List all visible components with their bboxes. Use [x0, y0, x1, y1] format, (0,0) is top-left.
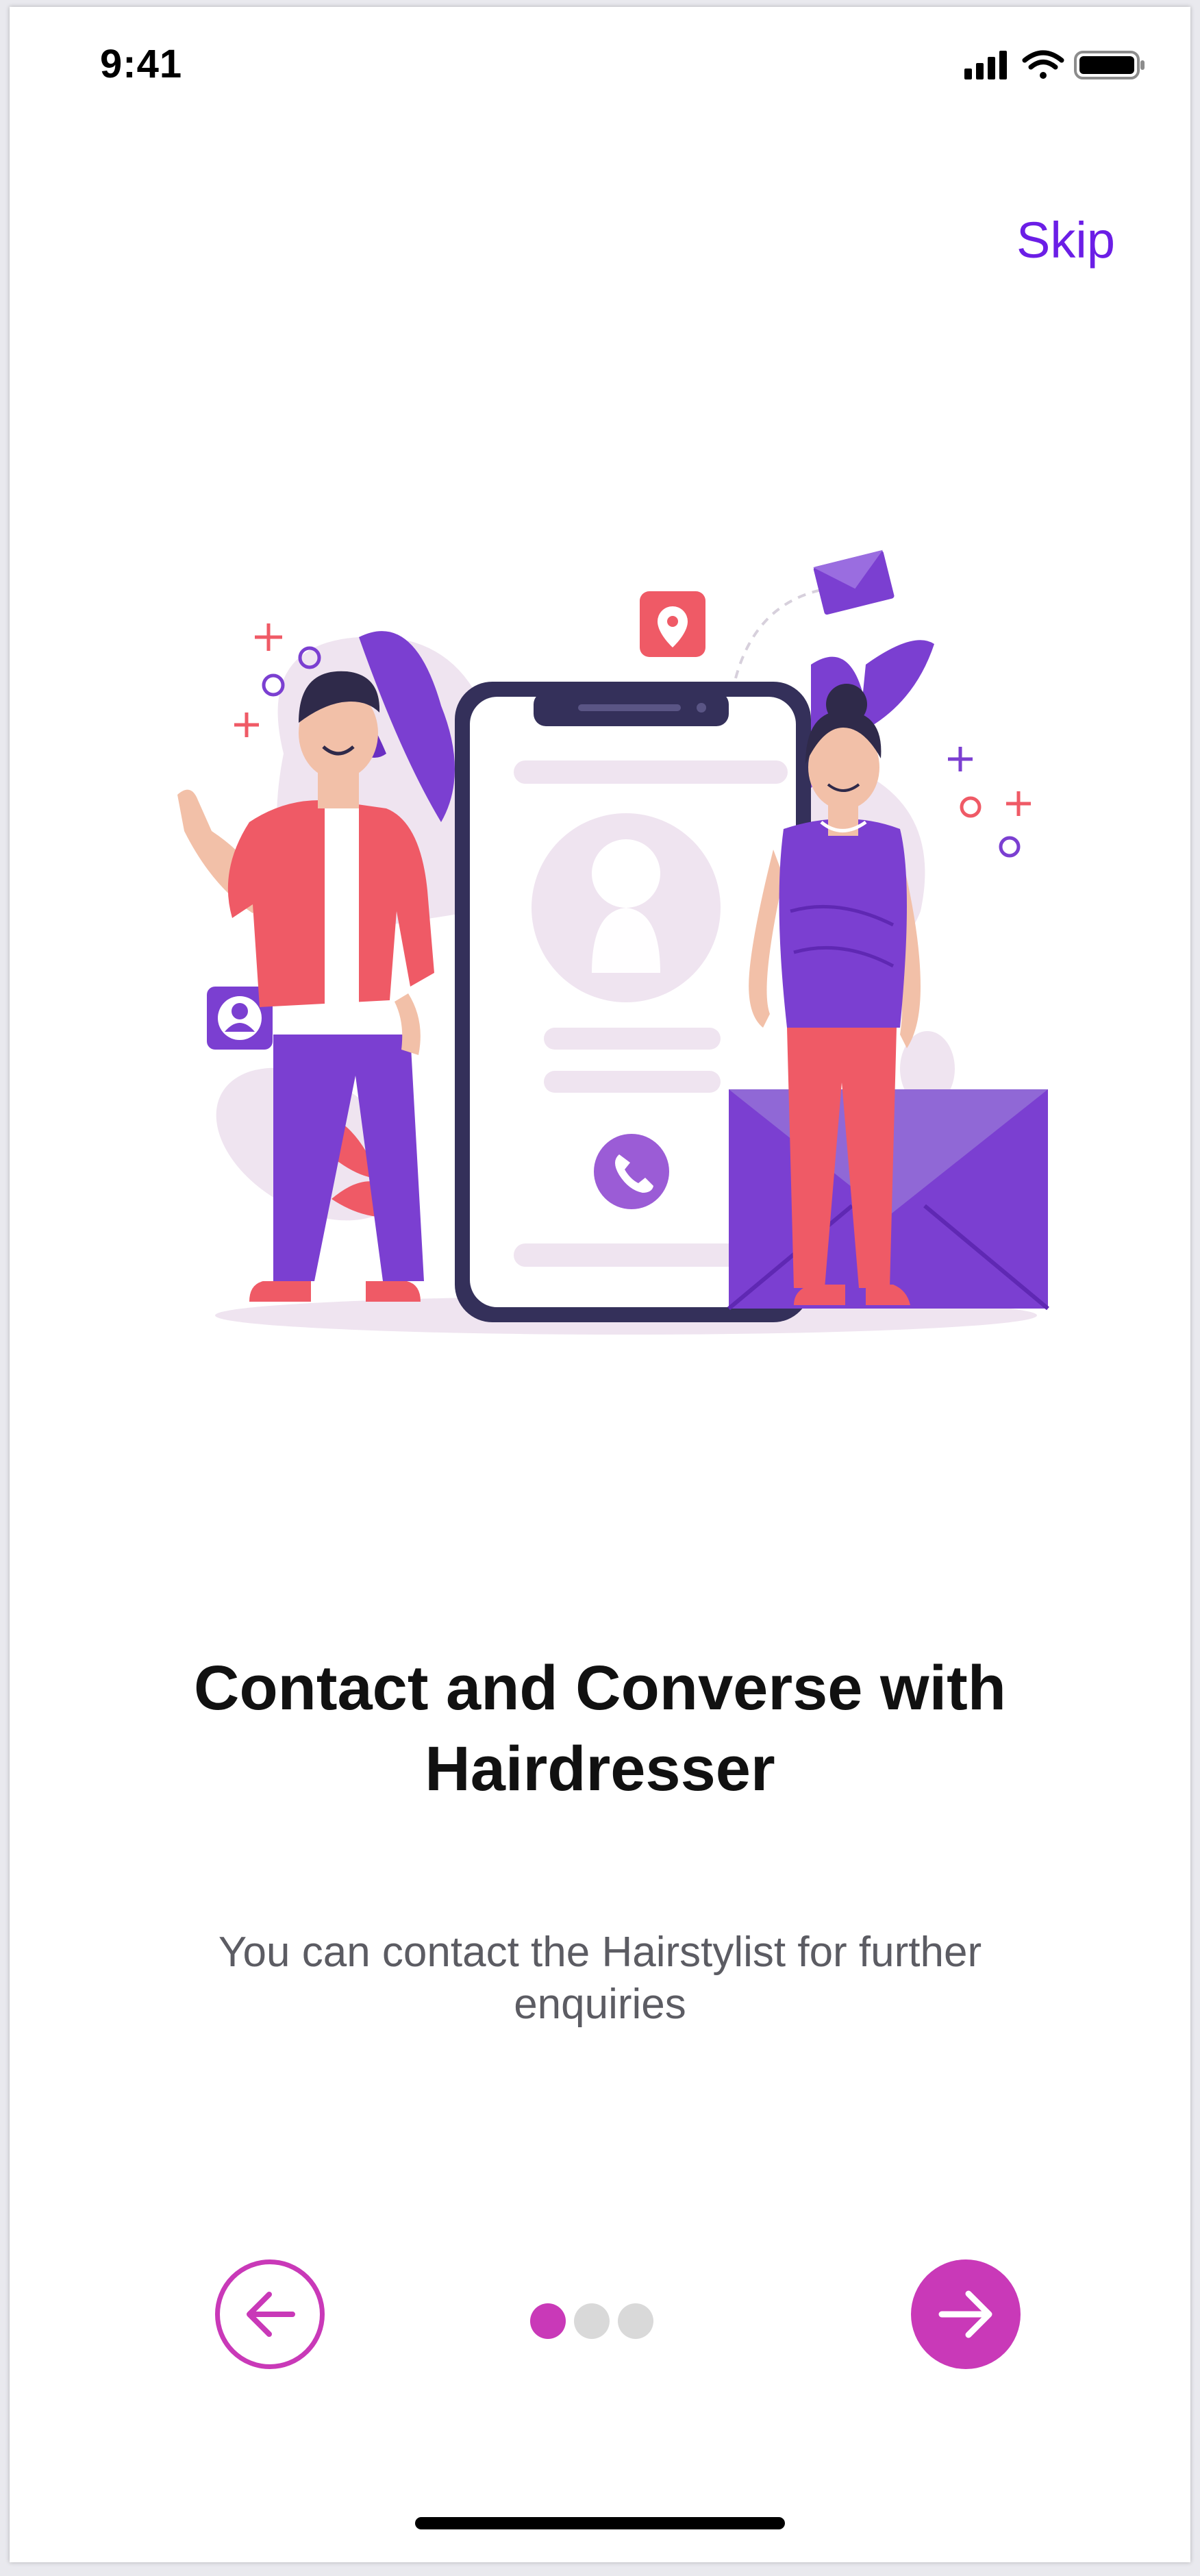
arrow-right-icon	[938, 2290, 992, 2338]
next-button[interactable]	[911, 2259, 1021, 2369]
onboarding-title: Contact and Converse with Hairdresser	[194, 1653, 1006, 1804]
page-dot-3[interactable]	[618, 2303, 653, 2339]
wifi-icon	[1022, 50, 1064, 79]
onboarding-screen: 9:41 Skip Contact and Converse with Hair…	[10, 7, 1190, 2562]
arrow-left-icon	[247, 2292, 295, 2337]
skip-button[interactable]: Skip	[1016, 211, 1115, 269]
page-dot-2[interactable]	[574, 2303, 610, 2339]
status-icons	[964, 50, 1145, 79]
status-time: 9:41	[100, 42, 183, 86]
home-indicator	[415, 2517, 785, 2529]
status-bar: 9:41	[10, 7, 1190, 110]
mail-icon	[813, 549, 895, 615]
previous-button[interactable]	[215, 2259, 325, 2369]
contact-illustration	[177, 549, 1049, 1335]
signal-icon	[964, 51, 1007, 79]
page-dot-1[interactable]	[530, 2303, 566, 2339]
battery-icon	[1074, 51, 1145, 79]
onboarding-subtitle: You can contact the Hairstylist for furt…	[218, 1929, 982, 2028]
location-pin-icon	[640, 591, 705, 657]
page-indicator	[530, 2302, 653, 2340]
